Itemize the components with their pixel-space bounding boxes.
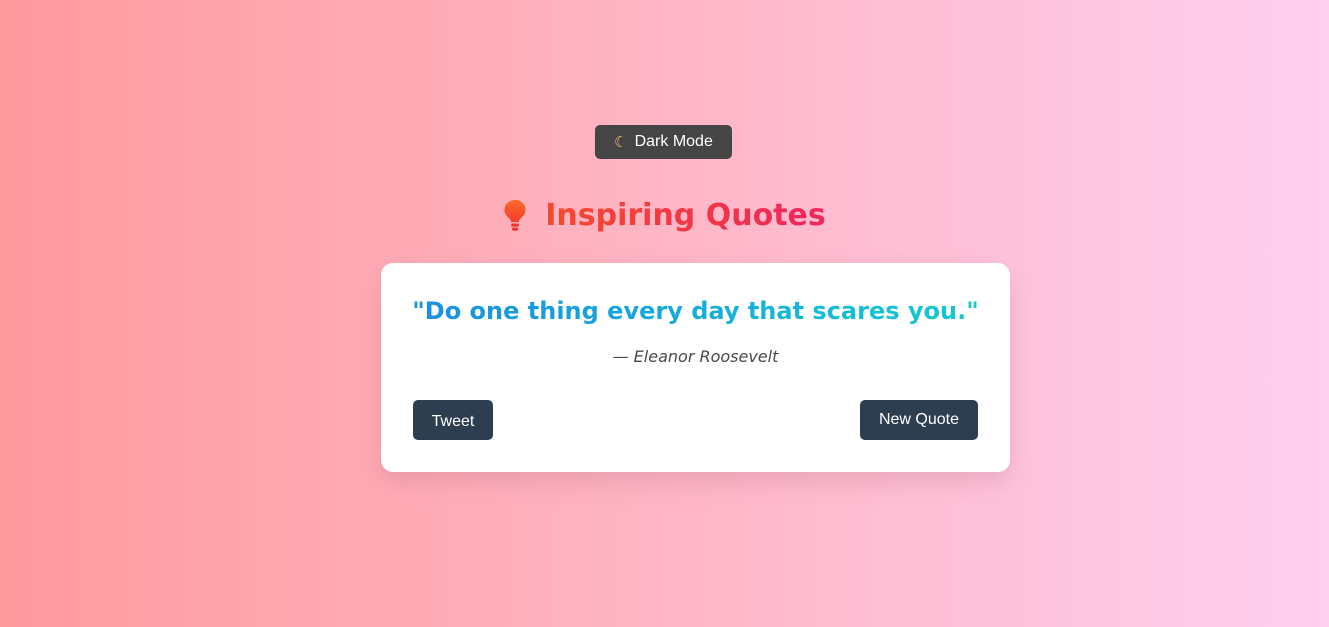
tweet-button[interactable]: Tweet [413, 400, 493, 440]
dark-mode-label: Dark Mode [634, 133, 713, 150]
page-heading: Inspiring Quotes [0, 198, 1329, 233]
quote-text: "Do one thing every day that scares you.… [412, 297, 979, 325]
new-quote-button[interactable]: New Quote [860, 400, 978, 440]
lightbulb-icon [504, 199, 526, 231]
dark-mode-toggle[interactable]: ☾ Dark Mode [595, 125, 732, 159]
quote-card: "Do one thing every day that scares you.… [381, 263, 1010, 472]
moon-icon: ☾ [614, 133, 628, 151]
quote-author: — Eleanor Roosevelt [612, 347, 779, 366]
page-title: Inspiring Quotes [545, 198, 826, 233]
